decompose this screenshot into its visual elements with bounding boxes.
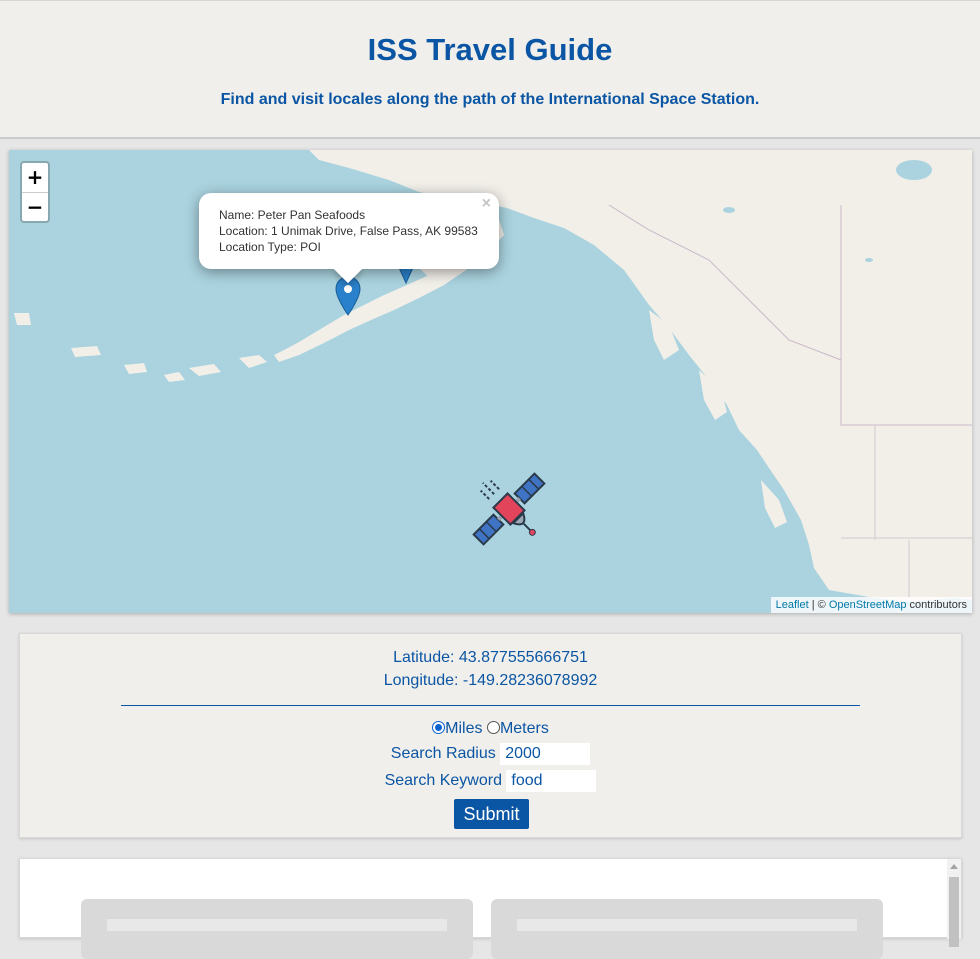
zoom-out-button[interactable]: − (22, 193, 48, 222)
page-header: ISS Travel Guide Find and visit locales … (0, 0, 980, 139)
meters-radio[interactable] (486, 721, 500, 734)
unit-selector: Miles Meters (20, 720, 961, 738)
popup-type: Location Type: POI (219, 240, 321, 254)
miles-label[interactable]: Miles (445, 720, 482, 737)
search-panel: Latitude: 43.877555666751 Longitude: -14… (19, 633, 962, 838)
osm-link[interactable]: OpenStreetMap (829, 599, 907, 611)
scroll-thumb[interactable] (949, 877, 959, 947)
results-scrollbar[interactable] (947, 859, 961, 947)
keyword-input[interactable] (506, 770, 597, 792)
keyword-label: Search Keyword (384, 772, 502, 790)
longitude-readout: Longitude: -149.28236078992 (383, 672, 598, 689)
map-view[interactable]: + − × Name: Peter Pan Seafoods Location:… (9, 150, 972, 613)
page-title: ISS Travel Guide (367, 32, 613, 67)
miles-radio[interactable] (432, 721, 446, 734)
divider (121, 705, 860, 706)
radius-label: Search Radius (390, 745, 496, 763)
zoom-in-button[interactable]: + (22, 163, 48, 193)
scroll-up-icon[interactable] (950, 864, 958, 869)
attribution-separator: | © (808, 599, 829, 611)
zoom-control: + − (20, 161, 50, 223)
submit-button[interactable]: Submit (454, 799, 529, 829)
keyword-row: Search Keyword (20, 770, 961, 792)
attribution-suffix: contributors (906, 599, 967, 611)
latitude-readout: Latitude: 43.877555666751 (393, 649, 588, 666)
popup-name: Name: Peter Pan Seafoods (219, 208, 366, 222)
map-popup: × Name: Peter Pan Seafoods Location: 1 U… (199, 193, 499, 284)
page-subtitle: Find and visit locales along the path of… (220, 91, 760, 108)
result-card[interactable] (81, 899, 473, 959)
popup-location: Location: 1 Unimak Drive, False Pass, AK… (219, 224, 478, 238)
results-panel (19, 858, 962, 959)
satellite-icon (472, 472, 546, 546)
map-attribution: Leaflet | © OpenStreetMap contributors (770, 597, 972, 613)
result-card[interactable] (491, 899, 883, 959)
result-card-placeholder (107, 919, 447, 931)
radius-input[interactable] (500, 743, 591, 765)
radius-row: Search Radius (20, 743, 961, 765)
meters-label[interactable]: Meters (500, 720, 549, 737)
result-card-placeholder (517, 919, 857, 931)
leaflet-link[interactable]: Leaflet (776, 599, 809, 611)
